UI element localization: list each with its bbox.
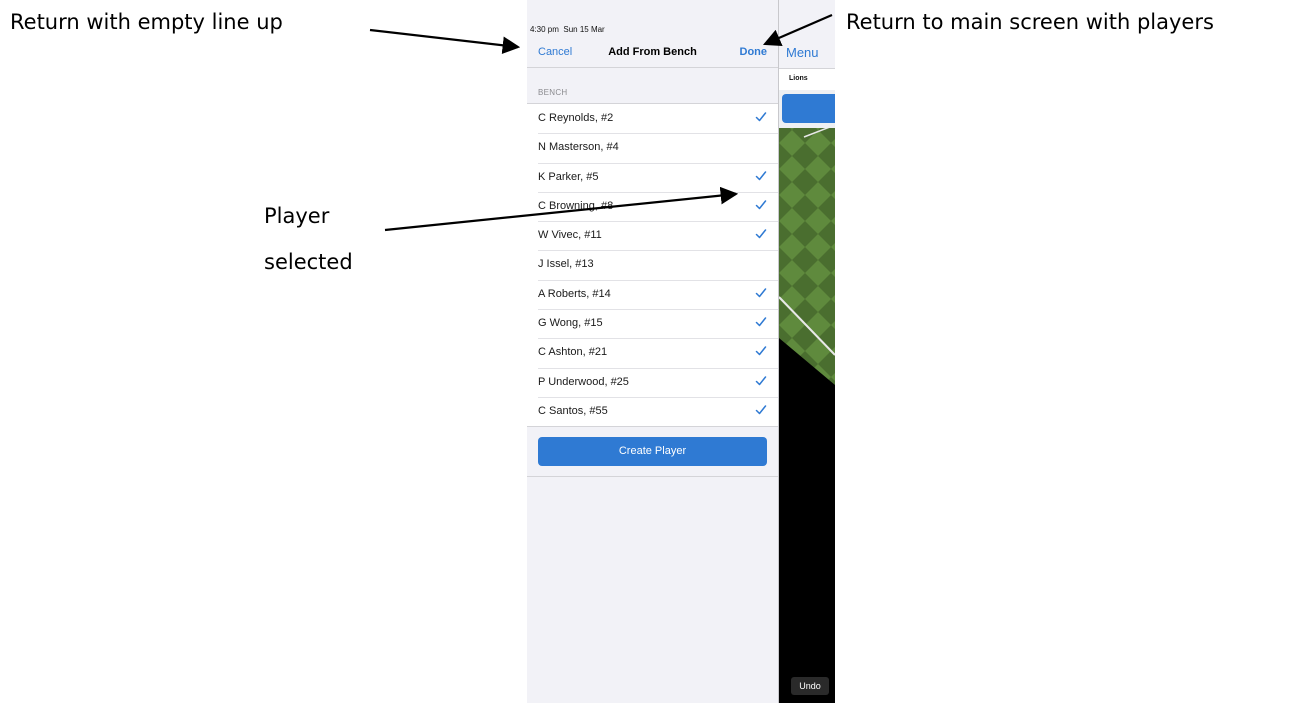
player-name: K Parker, #5 bbox=[538, 170, 599, 183]
cancel-button[interactable]: Cancel bbox=[538, 46, 572, 58]
player-name: C Reynolds, #2 bbox=[538, 112, 614, 124]
status-time: 4:30 pm bbox=[530, 25, 559, 34]
annotation-player-line2: selected bbox=[264, 250, 353, 274]
bench-player-row[interactable]: A Roberts, #14 bbox=[527, 279, 778, 309]
player-name: G Wong, #15 bbox=[538, 317, 603, 330]
nav-bar: Add From Bench Cancel Done bbox=[527, 40, 778, 66]
annotation-player-selected: Player selected bbox=[264, 193, 353, 285]
divider bbox=[527, 476, 778, 477]
undo-button[interactable]: Undo bbox=[791, 677, 829, 695]
team-bar: Lions bbox=[779, 68, 835, 90]
checkmark-icon bbox=[755, 405, 767, 415]
annotation-player-line1: Player bbox=[264, 204, 330, 228]
bench-player-row[interactable]: N Masterson, #4 bbox=[527, 133, 778, 162]
player-name: P Underwood, #25 bbox=[538, 375, 629, 388]
bench-player-row[interactable]: P Underwood, #25 bbox=[527, 367, 778, 397]
add-from-bench-panel: 4:30 pm Sun 15 Mar Add From Bench Cancel… bbox=[527, 0, 778, 703]
checkmark-icon bbox=[755, 346, 767, 356]
checkmark-icon bbox=[755, 317, 767, 327]
player-name: N Masterson, #4 bbox=[538, 141, 619, 154]
status-date: Sun 15 Mar bbox=[563, 25, 605, 34]
bench-player-row[interactable]: C Browning, #8 bbox=[527, 191, 778, 221]
checkmark-icon bbox=[755, 229, 767, 239]
done-button[interactable]: Done bbox=[740, 46, 768, 58]
main-screen: Menu Lions Undo bbox=[779, 0, 835, 703]
checkmark-icon bbox=[755, 200, 767, 210]
bench-player-row[interactable]: G Wong, #15 bbox=[527, 309, 778, 338]
player-name: W Vivec, #11 bbox=[538, 229, 602, 242]
bench-list: C Reynolds, #2 N Masterson, #4 K Parker, #… bbox=[527, 103, 778, 428]
arrow-icon bbox=[369, 28, 521, 54]
bench-player-row[interactable]: W Vivec, #11 bbox=[527, 221, 778, 250]
checkmark-icon bbox=[755, 112, 767, 122]
create-player-button[interactable]: Create Player bbox=[538, 437, 767, 466]
player-name: C Santos, #55 bbox=[538, 404, 608, 417]
annotation-return-main: Return to main screen with players bbox=[846, 10, 1214, 34]
menu-button[interactable]: Menu bbox=[786, 45, 819, 60]
checkmark-icon bbox=[755, 375, 767, 385]
bench-player-row[interactable]: C Ashton, #21 bbox=[527, 338, 778, 367]
checkmark-icon bbox=[755, 170, 767, 180]
checkmark-icon bbox=[755, 288, 767, 298]
player-name: J Issel, #13 bbox=[538, 258, 594, 271]
player-name: C Ashton, #21 bbox=[538, 346, 608, 359]
action-button[interactable] bbox=[782, 94, 835, 123]
ipad-screen: 4:30 pm Sun 15 Mar Add From Bench Cancel… bbox=[527, 0, 835, 703]
player-name: A Roberts, #14 bbox=[538, 287, 611, 300]
bench-player-row[interactable]: C Reynolds, #2 bbox=[527, 104, 778, 133]
player-name: C Browning, #8 bbox=[538, 199, 614, 212]
bench-player-row[interactable]: K Parker, #5 bbox=[527, 162, 778, 192]
team-name: Lions bbox=[789, 75, 808, 82]
bench-section-header: BENCH bbox=[538, 88, 568, 97]
nav-divider bbox=[527, 67, 778, 68]
bench-player-row[interactable]: J Issel, #13 bbox=[527, 250, 778, 279]
bench-player-row[interactable]: C Santos, #55 bbox=[527, 396, 778, 426]
status-bar: 4:30 pm Sun 15 Mar bbox=[530, 25, 605, 34]
annotation-return-empty: Return with empty line up bbox=[10, 10, 283, 34]
